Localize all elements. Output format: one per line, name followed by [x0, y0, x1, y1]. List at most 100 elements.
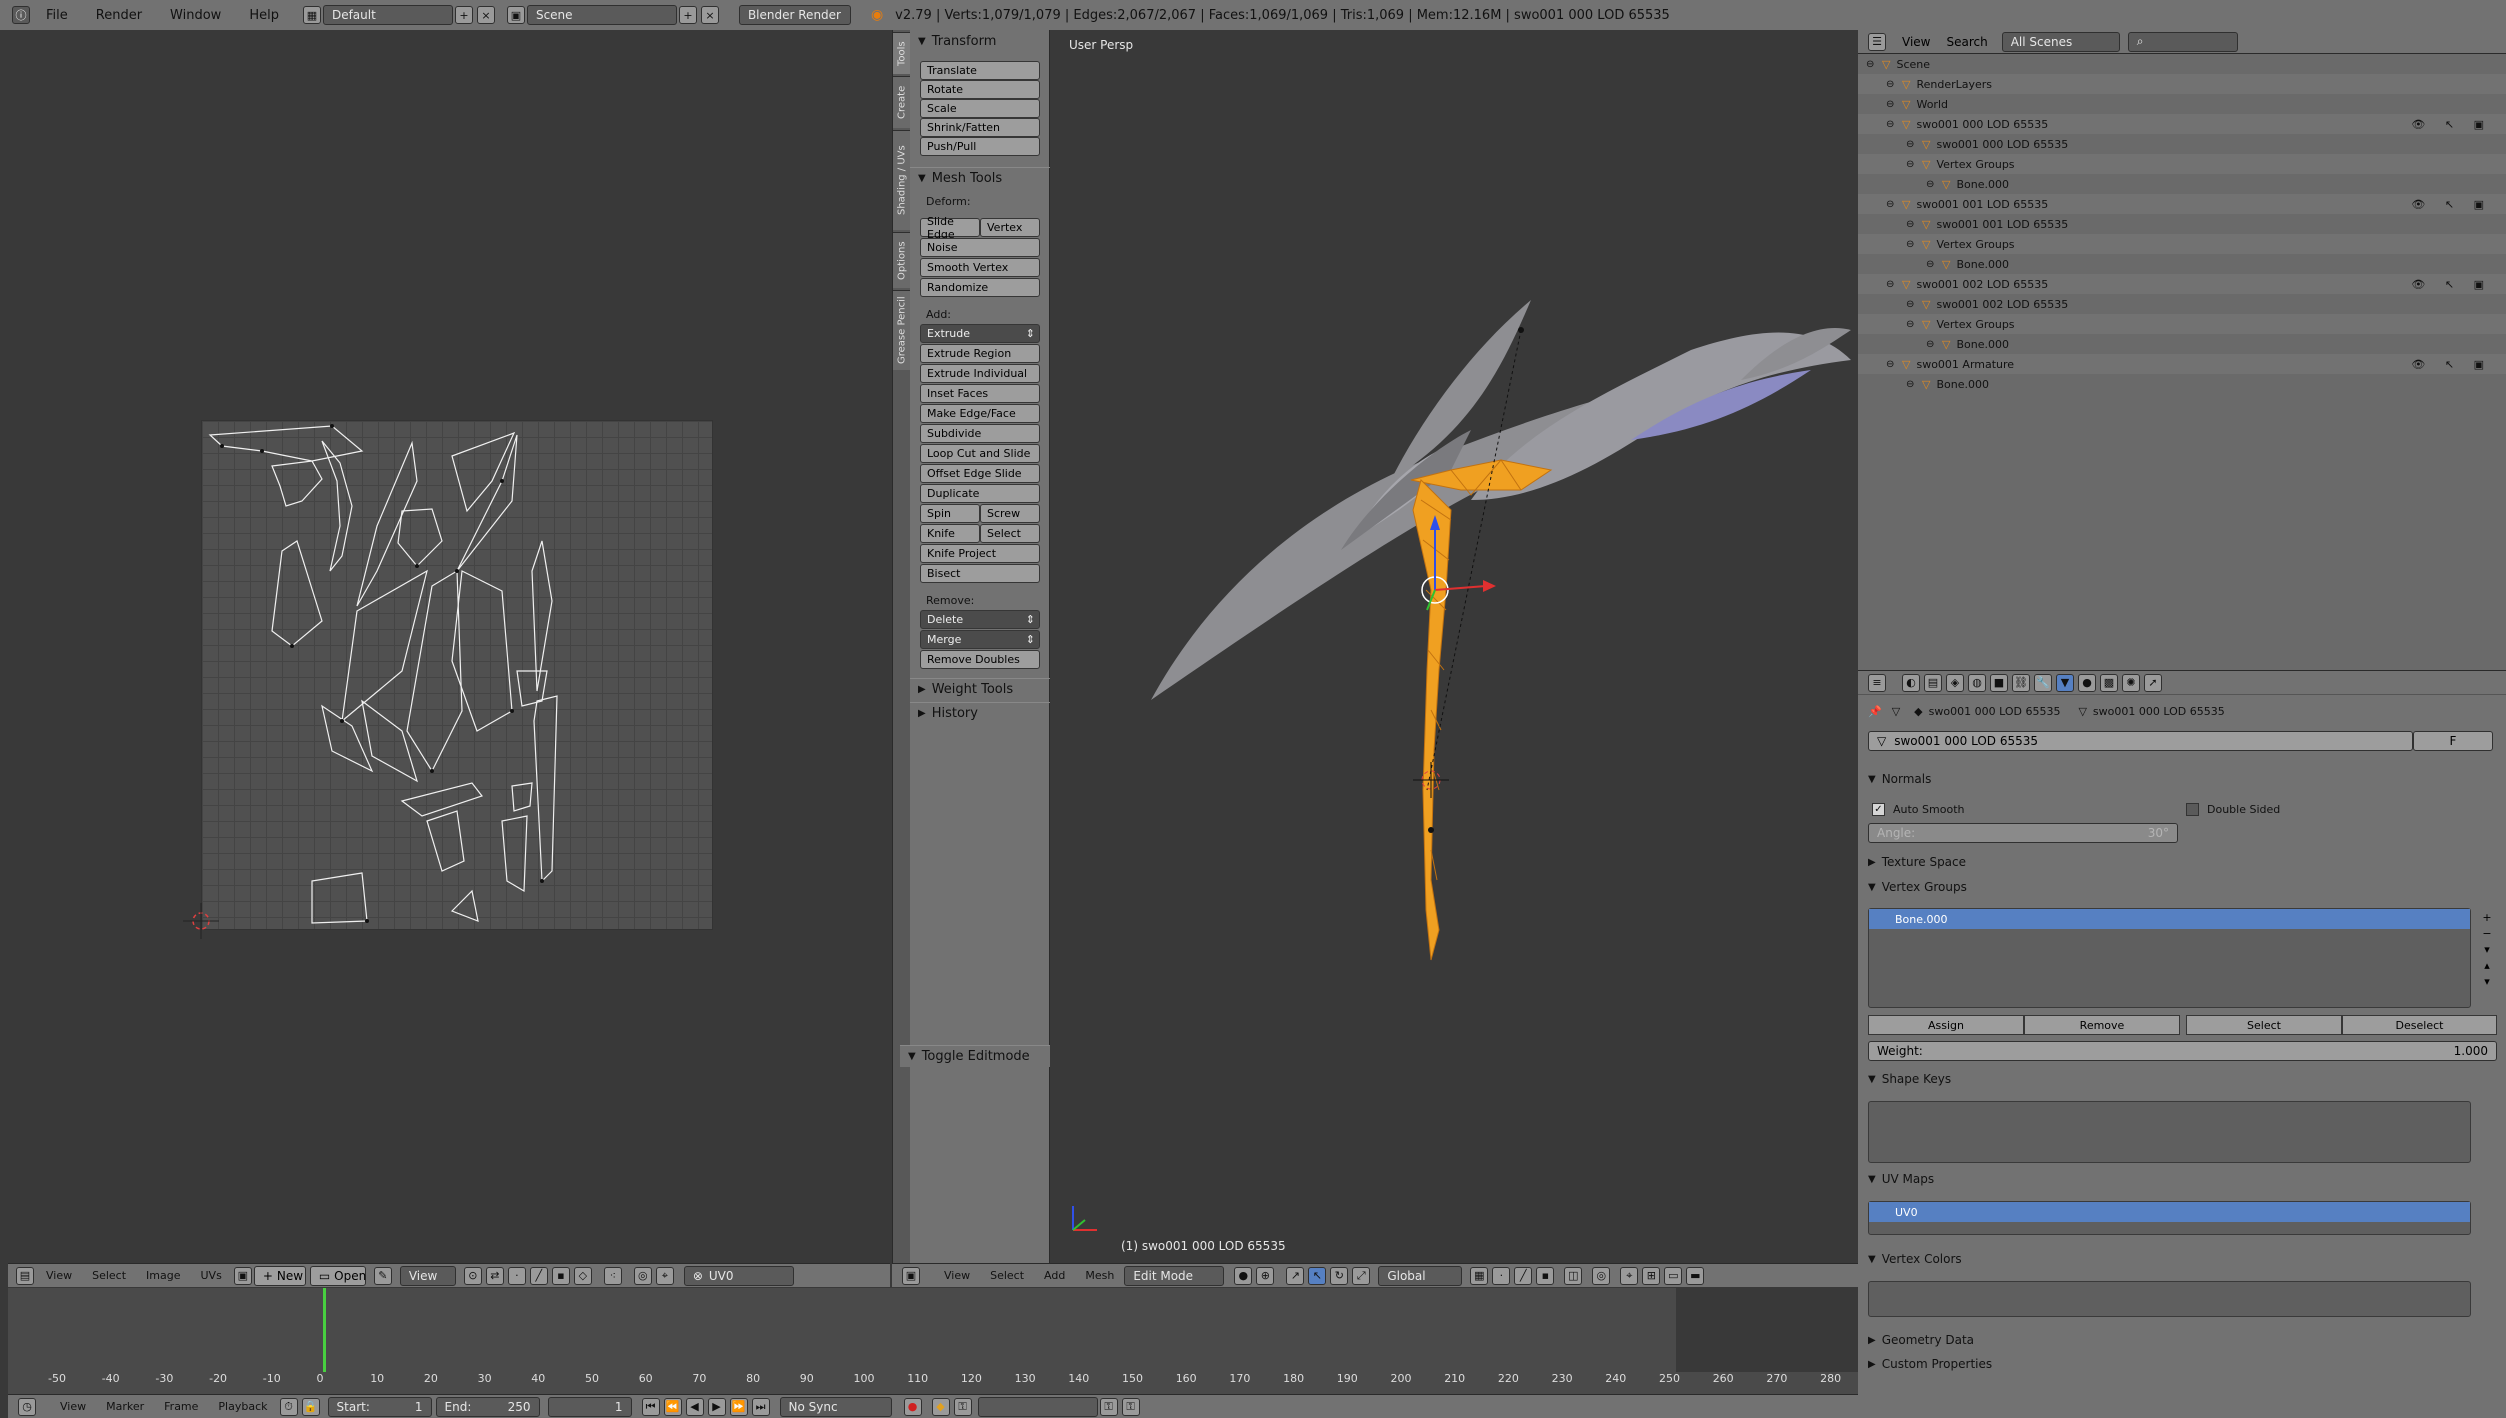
- delete-keyframe-icon[interactable]: ⚿: [1121, 1397, 1140, 1416]
- image-browse-icon[interactable]: ▣: [233, 1266, 252, 1285]
- slide-edge-button[interactable]: Slide Edge: [920, 215, 980, 241]
- extrude-individual-button[interactable]: Extrude Individual: [920, 364, 1040, 383]
- outliner-row[interactable]: ⊖ ▽ swo001 001 LOD 65535: [1858, 214, 2506, 234]
- auto-smooth-checkbox[interactable]: ✓ Auto Smooth: [1872, 803, 1964, 816]
- tab-shading-uvs[interactable]: Shading / UVs: [893, 130, 911, 230]
- outliner-display-select[interactable]: All Scenes: [2001, 31, 2120, 52]
- add-layout-button[interactable]: +: [454, 6, 473, 24]
- limit-selection-icon[interactable]: ◫: [1564, 1266, 1583, 1285]
- section-vertex-colors[interactable]: ▼ Vertex Colors: [1868, 1252, 1962, 1266]
- collapse-icon[interactable]: ⊖: [1886, 99, 1898, 110]
- panel-mesh-tools[interactable]: ▼ Mesh Tools: [910, 167, 1050, 189]
- menu-render[interactable]: Render: [82, 8, 156, 23]
- knife-project-button[interactable]: Knife Project: [920, 544, 1040, 563]
- deselect-button[interactable]: Deselect: [2342, 1015, 2497, 1035]
- jump-start-icon[interactable]: ⏮: [641, 1397, 660, 1416]
- panel-history[interactable]: ▶ History: [910, 702, 1050, 724]
- timeline-menu-frame[interactable]: Frame: [154, 1400, 208, 1413]
- collapse-icon[interactable]: ⊖: [1906, 299, 1918, 310]
- 3d-menu-add[interactable]: Add: [1034, 1269, 1075, 1282]
- edge-mode-icon[interactable]: ╱: [1514, 1266, 1533, 1285]
- face-mode-icon[interactable]: ▪: [1536, 1266, 1555, 1285]
- outliner-row[interactable]: ⊖ ▽ Bone.000: [1858, 174, 2506, 194]
- collapse-icon[interactable]: ⊖: [1906, 159, 1918, 170]
- start-frame-field[interactable]: Start: 1: [327, 1396, 432, 1417]
- scene-tab-icon[interactable]: ◈: [1946, 673, 1964, 692]
- visibility-icon[interactable]: 👁 ↖ ▣: [2411, 198, 2492, 211]
- insert-keyframe-icon[interactable]: ⚿: [1099, 1397, 1118, 1416]
- outliner-row[interactable]: ⊖ ▽ swo001 Armature 👁 ↖ ▣: [1858, 354, 2506, 374]
- collapse-icon[interactable]: ⊖: [1906, 239, 1918, 250]
- weight-field[interactable]: Weight: 1.000: [1868, 1041, 2497, 1061]
- push-pull-button[interactable]: Push/Pull: [920, 137, 1040, 156]
- outliner-row[interactable]: ⊖ ▽ Vertex Groups: [1858, 314, 2506, 334]
- vertex-group-item[interactable]: Bone.000: [1869, 909, 2470, 929]
- uv-menu-select[interactable]: Select: [82, 1269, 136, 1282]
- outliner-search-input[interactable]: ⌕: [2127, 31, 2238, 52]
- tab-grease-pencil[interactable]: Grease Pencil: [893, 290, 911, 370]
- play-reverse-icon[interactable]: ◀: [685, 1397, 704, 1416]
- collapse-icon[interactable]: ⊖: [1906, 379, 1918, 390]
- keyframe-icon[interactable]: ◆: [931, 1397, 950, 1416]
- timeline-editor-icon[interactable]: ◷: [18, 1397, 36, 1416]
- timeline-menu-marker[interactable]: Marker: [96, 1400, 154, 1413]
- snap-icon[interactable]: ⌖: [655, 1266, 674, 1285]
- auto-smooth-angle-field[interactable]: Angle: 30°: [1868, 823, 2178, 843]
- pin-icon[interactable]: 📌: [1868, 705, 1882, 718]
- subdivide-button[interactable]: Subdivide: [920, 424, 1040, 443]
- vertex-colors-list[interactable]: [1868, 1281, 2471, 1317]
- assign-button[interactable]: Assign: [1868, 1015, 2024, 1035]
- offset-edge-slide-button[interactable]: Offset Edge Slide: [920, 464, 1040, 483]
- visibility-icon[interactable]: 👁 ↖ ▣: [2411, 118, 2492, 131]
- face-select-icon[interactable]: ▪: [551, 1266, 570, 1285]
- outliner-view-menu[interactable]: View: [1902, 35, 1930, 49]
- smooth-vertex-button[interactable]: Smooth Vertex: [920, 258, 1040, 277]
- section-shape-keys[interactable]: ▼ Shape Keys: [1868, 1072, 1951, 1086]
- select-button[interactable]: Select: [2186, 1015, 2342, 1035]
- panel-weight-tools[interactable]: ▶ Weight Tools: [910, 678, 1050, 700]
- shape-keys-list[interactable]: [1868, 1101, 2471, 1163]
- noise-button[interactable]: Noise: [920, 238, 1040, 257]
- island-select-icon[interactable]: ◇: [573, 1266, 592, 1285]
- outliner-row[interactable]: ⊖ ▽ World: [1858, 94, 2506, 114]
- keying-set-field[interactable]: [977, 1396, 1098, 1417]
- outliner-row[interactable]: ⊖ ▽ Bone.000: [1858, 254, 2506, 274]
- 3d-viewport[interactable]: User Persp (1) swo001 000 LOD 65535: [1051, 30, 1857, 1263]
- collapse-icon[interactable]: ⊖: [1886, 119, 1898, 130]
- 3d-menu-mesh[interactable]: Mesh: [1075, 1269, 1124, 1282]
- material-tab-icon[interactable]: ●: [2078, 673, 2096, 692]
- outliner-row[interactable]: ⊖ ▽ Scene: [1858, 54, 2506, 74]
- uv-menu-uvs[interactable]: UVs: [191, 1269, 232, 1282]
- new-image-button[interactable]: + New: [253, 1265, 306, 1286]
- uv-menu-image[interactable]: Image: [136, 1269, 190, 1282]
- visibility-icon[interactable]: 👁 ↖ ▣: [2411, 278, 2492, 291]
- end-frame-field[interactable]: End: 250: [435, 1396, 540, 1417]
- physics-tab-icon[interactable]: ➚: [2144, 673, 2162, 692]
- uv-view-mode-select[interactable]: View: [399, 1265, 456, 1286]
- randomize-button[interactable]: Randomize: [920, 278, 1040, 297]
- tab-tools[interactable]: Tools: [893, 32, 911, 74]
- translate-manipulator-icon[interactable]: ↖: [1308, 1266, 1327, 1285]
- visibility-icon[interactable]: 👁 ↖ ▣: [2411, 358, 2492, 371]
- delete-menu[interactable]: Delete ⇕: [920, 610, 1040, 629]
- texture-tab-icon[interactable]: ▩: [2100, 673, 2118, 692]
- constraints-tab-icon[interactable]: ⛓: [2012, 673, 2030, 692]
- loop-cut-slide-button[interactable]: Loop Cut and Slide: [920, 444, 1040, 463]
- render-engine-select[interactable]: Blender Render: [738, 5, 851, 25]
- move-up-icon[interactable]: ▴: [2480, 958, 2494, 974]
- rotate-button[interactable]: Rotate: [920, 80, 1040, 99]
- outliner-row[interactable]: ⊖ ▽ Bone.000: [1858, 374, 2506, 394]
- outliner-row[interactable]: ⊖ ▽ swo001 002 LOD 65535: [1858, 294, 2506, 314]
- scene-icon[interactable]: ▣: [506, 6, 525, 24]
- menu-file[interactable]: File: [32, 8, 82, 23]
- sync-mode-select[interactable]: No Sync: [779, 1396, 892, 1417]
- opengl-render-icon[interactable]: ▬: [1686, 1266, 1705, 1285]
- translate-button[interactable]: Translate: [920, 61, 1040, 80]
- uv-maps-list[interactable]: UV0: [1868, 1201, 2471, 1235]
- data-tab-icon[interactable]: ▼: [2056, 673, 2074, 692]
- layers-icon[interactable]: ▦: [1470, 1266, 1489, 1285]
- play-icon[interactable]: ▶: [707, 1397, 726, 1416]
- snap-toggle-icon[interactable]: ⌖: [1620, 1266, 1639, 1285]
- outliner-row[interactable]: ⊖ ▽ swo001 002 LOD 65535 👁 ↖ ▣: [1858, 274, 2506, 294]
- keying-set-icon[interactable]: ⚿: [953, 1397, 972, 1416]
